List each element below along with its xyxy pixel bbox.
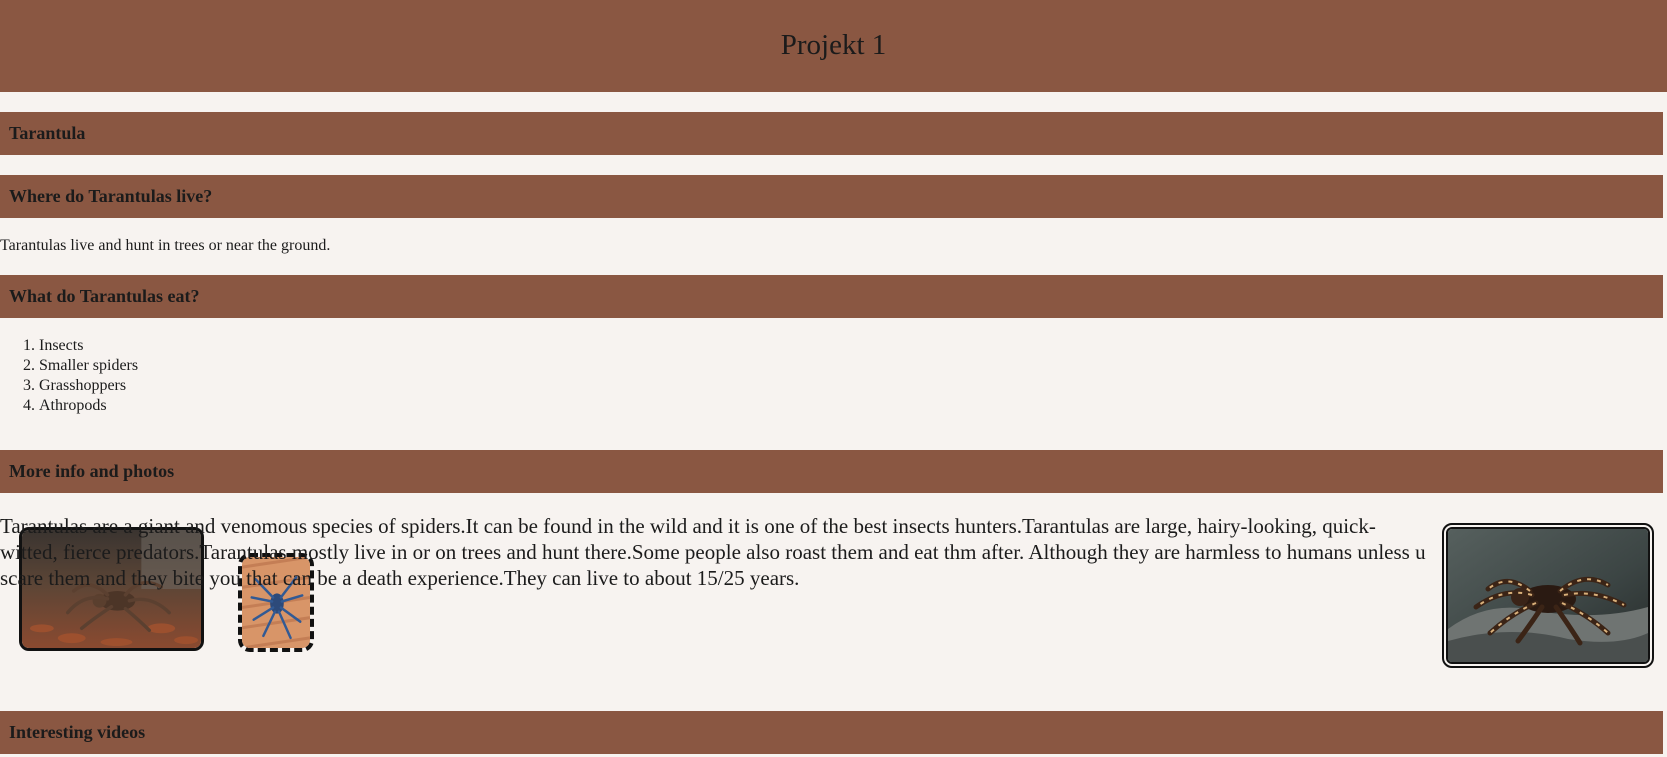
section-heading-where-live: Where do Tarantulas live?: [0, 175, 1663, 218]
section-heading-tarantula: Tarantula: [0, 112, 1663, 155]
section-heading-what-eat: What do Tarantulas eat?: [0, 274, 1663, 318]
more-info-text: Tarantulas are a giant and venomous spec…: [0, 513, 1426, 590]
diet-list-item: Athropods: [39, 396, 1667, 416]
page-header: Projekt 1: [0, 0, 1667, 92]
tarantula-rock-photo-icon: [1448, 528, 1648, 662]
more-info-content: Tarantulas are a giant and venomous spec…: [0, 493, 1667, 706]
where-live-text: Tarantulas live and hunt in trees or nea…: [0, 237, 331, 254]
diet-list-item: Smaller spiders: [39, 356, 1667, 376]
diet-list: Insects Smaller spiders Grasshoppers Ath…: [0, 336, 1667, 416]
diet-list-item: Insects: [39, 336, 1667, 356]
section-heading-videos: Interesting videos: [0, 711, 1663, 754]
diet-list-item: Grasshoppers: [39, 376, 1667, 396]
tarantula-rock-image: [1442, 522, 1654, 668]
section-heading-more-info: More info and photos: [0, 449, 1663, 493]
page-title: Projekt 1: [780, 28, 887, 61]
